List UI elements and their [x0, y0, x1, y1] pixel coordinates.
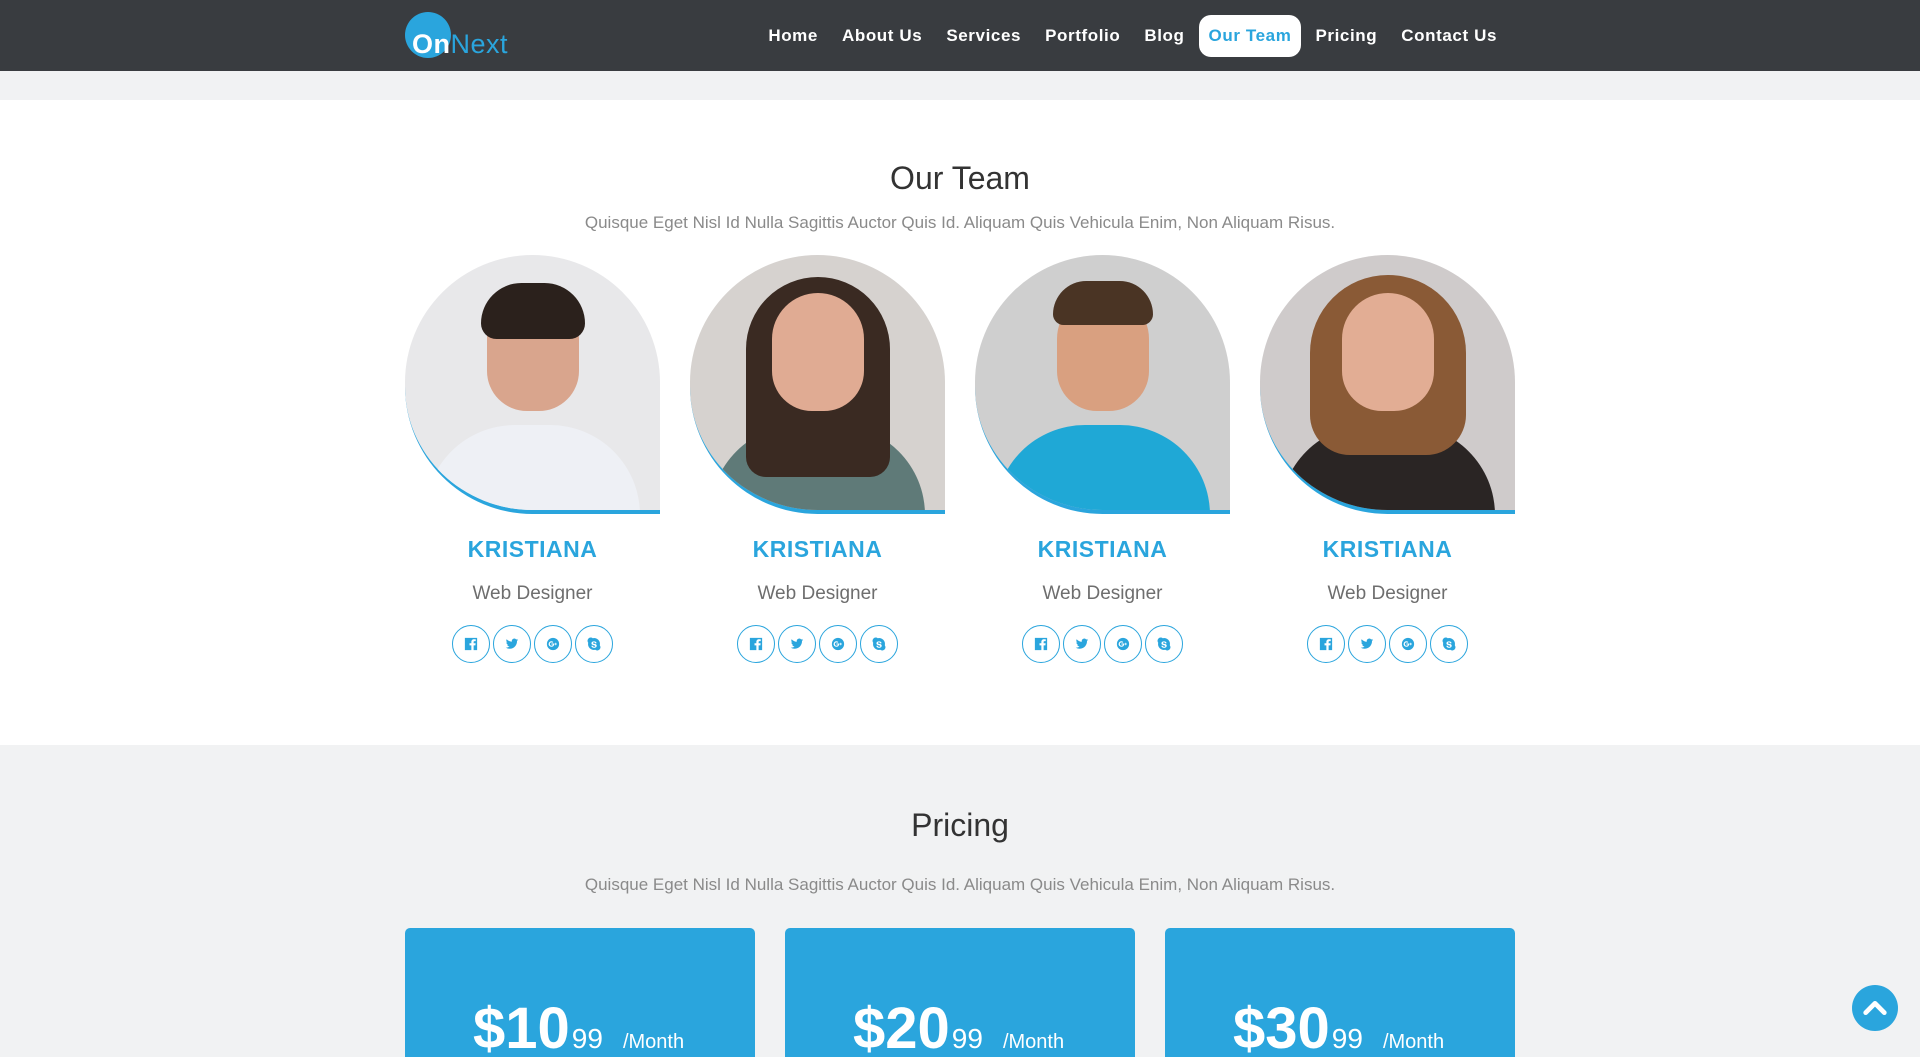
team-member-card: KRISTIANA Web Designer	[1260, 255, 1515, 663]
price-amount: $30	[1233, 996, 1330, 1057]
twitter-icon[interactable]	[493, 625, 531, 663]
google-plus-icon[interactable]	[1104, 625, 1142, 663]
pricing-title: Pricing	[911, 807, 1009, 843]
nav-item-portfolio[interactable]: Portfolio	[1035, 15, 1130, 57]
member-role: Web Designer	[1327, 583, 1448, 604]
facebook-icon[interactable]	[737, 625, 775, 663]
price-period: /Month	[1002, 1031, 1065, 1053]
member-role: Web Designer	[757, 583, 878, 604]
pricing-subtitle: Quisque Eget Nisl Id Nulla Sagittis Auct…	[584, 875, 1336, 894]
member-photo	[975, 255, 1230, 514]
price-period: /Month	[1382, 1031, 1445, 1053]
nav-item-about-us[interactable]: About Us	[832, 15, 932, 57]
price-cents: 99	[571, 1023, 603, 1054]
nav-item-home[interactable]: Home	[758, 15, 828, 57]
skype-icon[interactable]	[1430, 625, 1468, 663]
google-plus-icon[interactable]	[534, 625, 572, 663]
member-photo	[405, 255, 660, 514]
google-plus-icon[interactable]	[819, 625, 857, 663]
team-title: Our Team	[890, 160, 1030, 196]
chevron-up-icon	[1863, 1001, 1887, 1015]
facebook-icon[interactable]	[452, 625, 490, 663]
member-photo	[1260, 255, 1515, 514]
pricing-plan-card: $30 99 /Month	[1165, 928, 1515, 1057]
plan-price: $10 99 /Month	[473, 1000, 684, 1057]
member-socials	[405, 625, 660, 663]
nav-item-our-team[interactable]: Our Team	[1198, 15, 1302, 57]
price-amount: $20	[853, 996, 950, 1057]
member-name: KRISTIANA	[752, 536, 883, 562]
nav-item-pricing[interactable]: Pricing	[1305, 15, 1387, 57]
scroll-to-top-button[interactable]	[1852, 985, 1898, 1031]
team-subtitle: Quisque Eget Nisl Id Nulla Sagittis Auct…	[584, 213, 1336, 232]
brand-logo[interactable]: OnNext	[405, 12, 508, 60]
member-name: KRISTIANA	[1322, 536, 1453, 562]
price-amount: $10	[473, 996, 570, 1057]
plan-price: $20 99 /Month	[853, 1000, 1064, 1057]
logo-text-secondary: Next	[450, 29, 509, 59]
member-role: Web Designer	[472, 583, 593, 604]
nav-item-services[interactable]: Services	[936, 15, 1031, 57]
team-members: KRISTIANA Web Designer KRISTIANA Web Des…	[405, 255, 1515, 675]
twitter-icon[interactable]	[778, 625, 816, 663]
member-role: Web Designer	[1042, 583, 1163, 604]
facebook-icon[interactable]	[1307, 625, 1345, 663]
skype-icon[interactable]	[1145, 625, 1183, 663]
pricing-plan-card: $10 99 /Month	[405, 928, 755, 1057]
team-member-card: KRISTIANA Web Designer	[405, 255, 660, 663]
skype-icon[interactable]	[575, 625, 613, 663]
navbar: OnNext Home About Us Services Portfolio …	[0, 0, 1920, 71]
member-socials	[975, 625, 1230, 663]
team-member-card: KRISTIANA Web Designer	[690, 255, 945, 663]
facebook-icon[interactable]	[1022, 625, 1060, 663]
member-socials	[690, 625, 945, 663]
team-section: Our Team Quisque Eget Nisl Id Nulla Sagi…	[0, 100, 1920, 745]
twitter-icon[interactable]	[1063, 625, 1101, 663]
skype-icon[interactable]	[860, 625, 898, 663]
pricing-plan-card: $20 99 /Month	[785, 928, 1135, 1057]
team-member-card: KRISTIANA Web Designer	[975, 255, 1230, 663]
google-plus-icon[interactable]	[1389, 625, 1427, 663]
member-name: KRISTIANA	[1037, 536, 1168, 562]
price-cents: 99	[1331, 1023, 1363, 1054]
member-socials	[1260, 625, 1515, 663]
member-photo	[690, 255, 945, 514]
section-divider	[0, 71, 1920, 100]
pricing-section: Pricing Quisque Eget Nisl Id Nulla Sagit…	[0, 745, 1920, 1057]
nav-item-blog[interactable]: Blog	[1134, 15, 1194, 57]
logo-text-primary: On	[412, 29, 451, 59]
price-cents: 99	[951, 1023, 983, 1054]
member-name: KRISTIANA	[467, 536, 598, 562]
twitter-icon[interactable]	[1348, 625, 1386, 663]
nav-item-contact-us[interactable]: Contact Us	[1391, 15, 1507, 57]
plan-price: $30 99 /Month	[1233, 1000, 1444, 1057]
main-nav: Home About Us Services Portfolio Blog Ou…	[758, 15, 1507, 57]
price-period: /Month	[622, 1031, 685, 1053]
